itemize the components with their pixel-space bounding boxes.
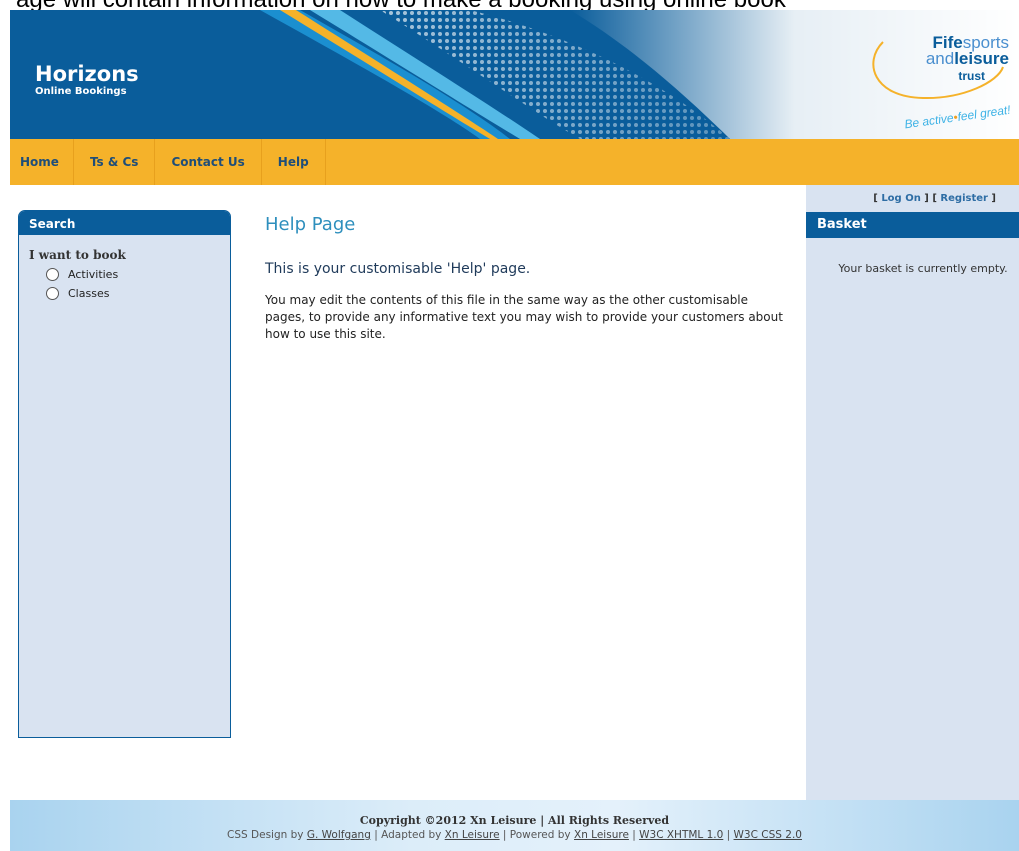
top-cut-off-text-strip: age will contain information on how to m… (0, 0, 1019, 10)
basket-empty-message: Your basket is currently empty. (838, 262, 1008, 275)
site-footer: Copyright ©2012 Xn Leisure | All Rights … (10, 800, 1019, 851)
radio-activities-label: Activities (68, 268, 119, 281)
register-link[interactable]: Register (940, 193, 988, 204)
log-on-link[interactable]: Log On (881, 193, 921, 204)
logo-line-3: trust (958, 69, 985, 83)
radio-option-classes[interactable]: Classes (46, 287, 230, 300)
radio-option-activities[interactable]: Activities (46, 268, 230, 281)
search-booking-label: I want to book (29, 248, 126, 262)
nav-contact-us[interactable]: Contact Us (155, 139, 262, 185)
search-panel-title: Search (19, 211, 230, 235)
radio-classes-label: Classes (68, 287, 110, 300)
footer-link-w3c-xhtml[interactable]: W3C XHTML 1.0 (639, 829, 723, 841)
site-header: Horizons Online Bookings Fifesports andl… (10, 10, 1019, 139)
logo-line-2: andleisure (925, 49, 1009, 68)
fife-sports-leisure-trust-logo[interactable]: Fifesports andleisure trust Be active•fe… (853, 12, 1013, 134)
radio-activities[interactable] (46, 268, 59, 281)
nav-home[interactable]: Home (10, 139, 74, 185)
page-title: Help Page (265, 214, 356, 235)
page-subtitle: This is your customisable 'Help' page. (265, 261, 531, 277)
radio-classes[interactable] (46, 287, 59, 300)
footer-link-adapted-xn-leisure[interactable]: Xn Leisure (445, 829, 500, 841)
footer-link-w3c-css[interactable]: W3C CSS 2.0 (734, 829, 802, 841)
right-sidebar (806, 185, 1019, 800)
nav-ts-and-cs[interactable]: Ts & Cs (74, 139, 156, 185)
search-panel: Search I want to book Activities Classes (18, 210, 231, 738)
site-title-text: Horizons (35, 62, 139, 86)
site-title[interactable]: Horizons Online Bookings (35, 62, 139, 98)
footer-link-powered-xn-leisure[interactable]: Xn Leisure (574, 829, 629, 841)
page-body-text: You may edit the contents of this file i… (265, 293, 783, 341)
site-subtitle-text: Online Bookings (35, 86, 127, 97)
footer-credits: CSS Design by G. Wolfgang | Adapted by X… (227, 829, 802, 841)
footer-link-g-wolfgang[interactable]: G. Wolfgang (307, 829, 371, 841)
auth-links: [ Log On ] [ Register ] (873, 193, 996, 204)
basket-title: Basket (806, 212, 1019, 238)
top-banner-text: age will contain information on how to m… (16, 0, 786, 10)
nav-help[interactable]: Help (262, 139, 326, 185)
main-navigation: Home Ts & Cs Contact Us Help (10, 139, 1019, 185)
footer-copyright: Copyright ©2012 Xn Leisure | All Rights … (359, 814, 670, 827)
